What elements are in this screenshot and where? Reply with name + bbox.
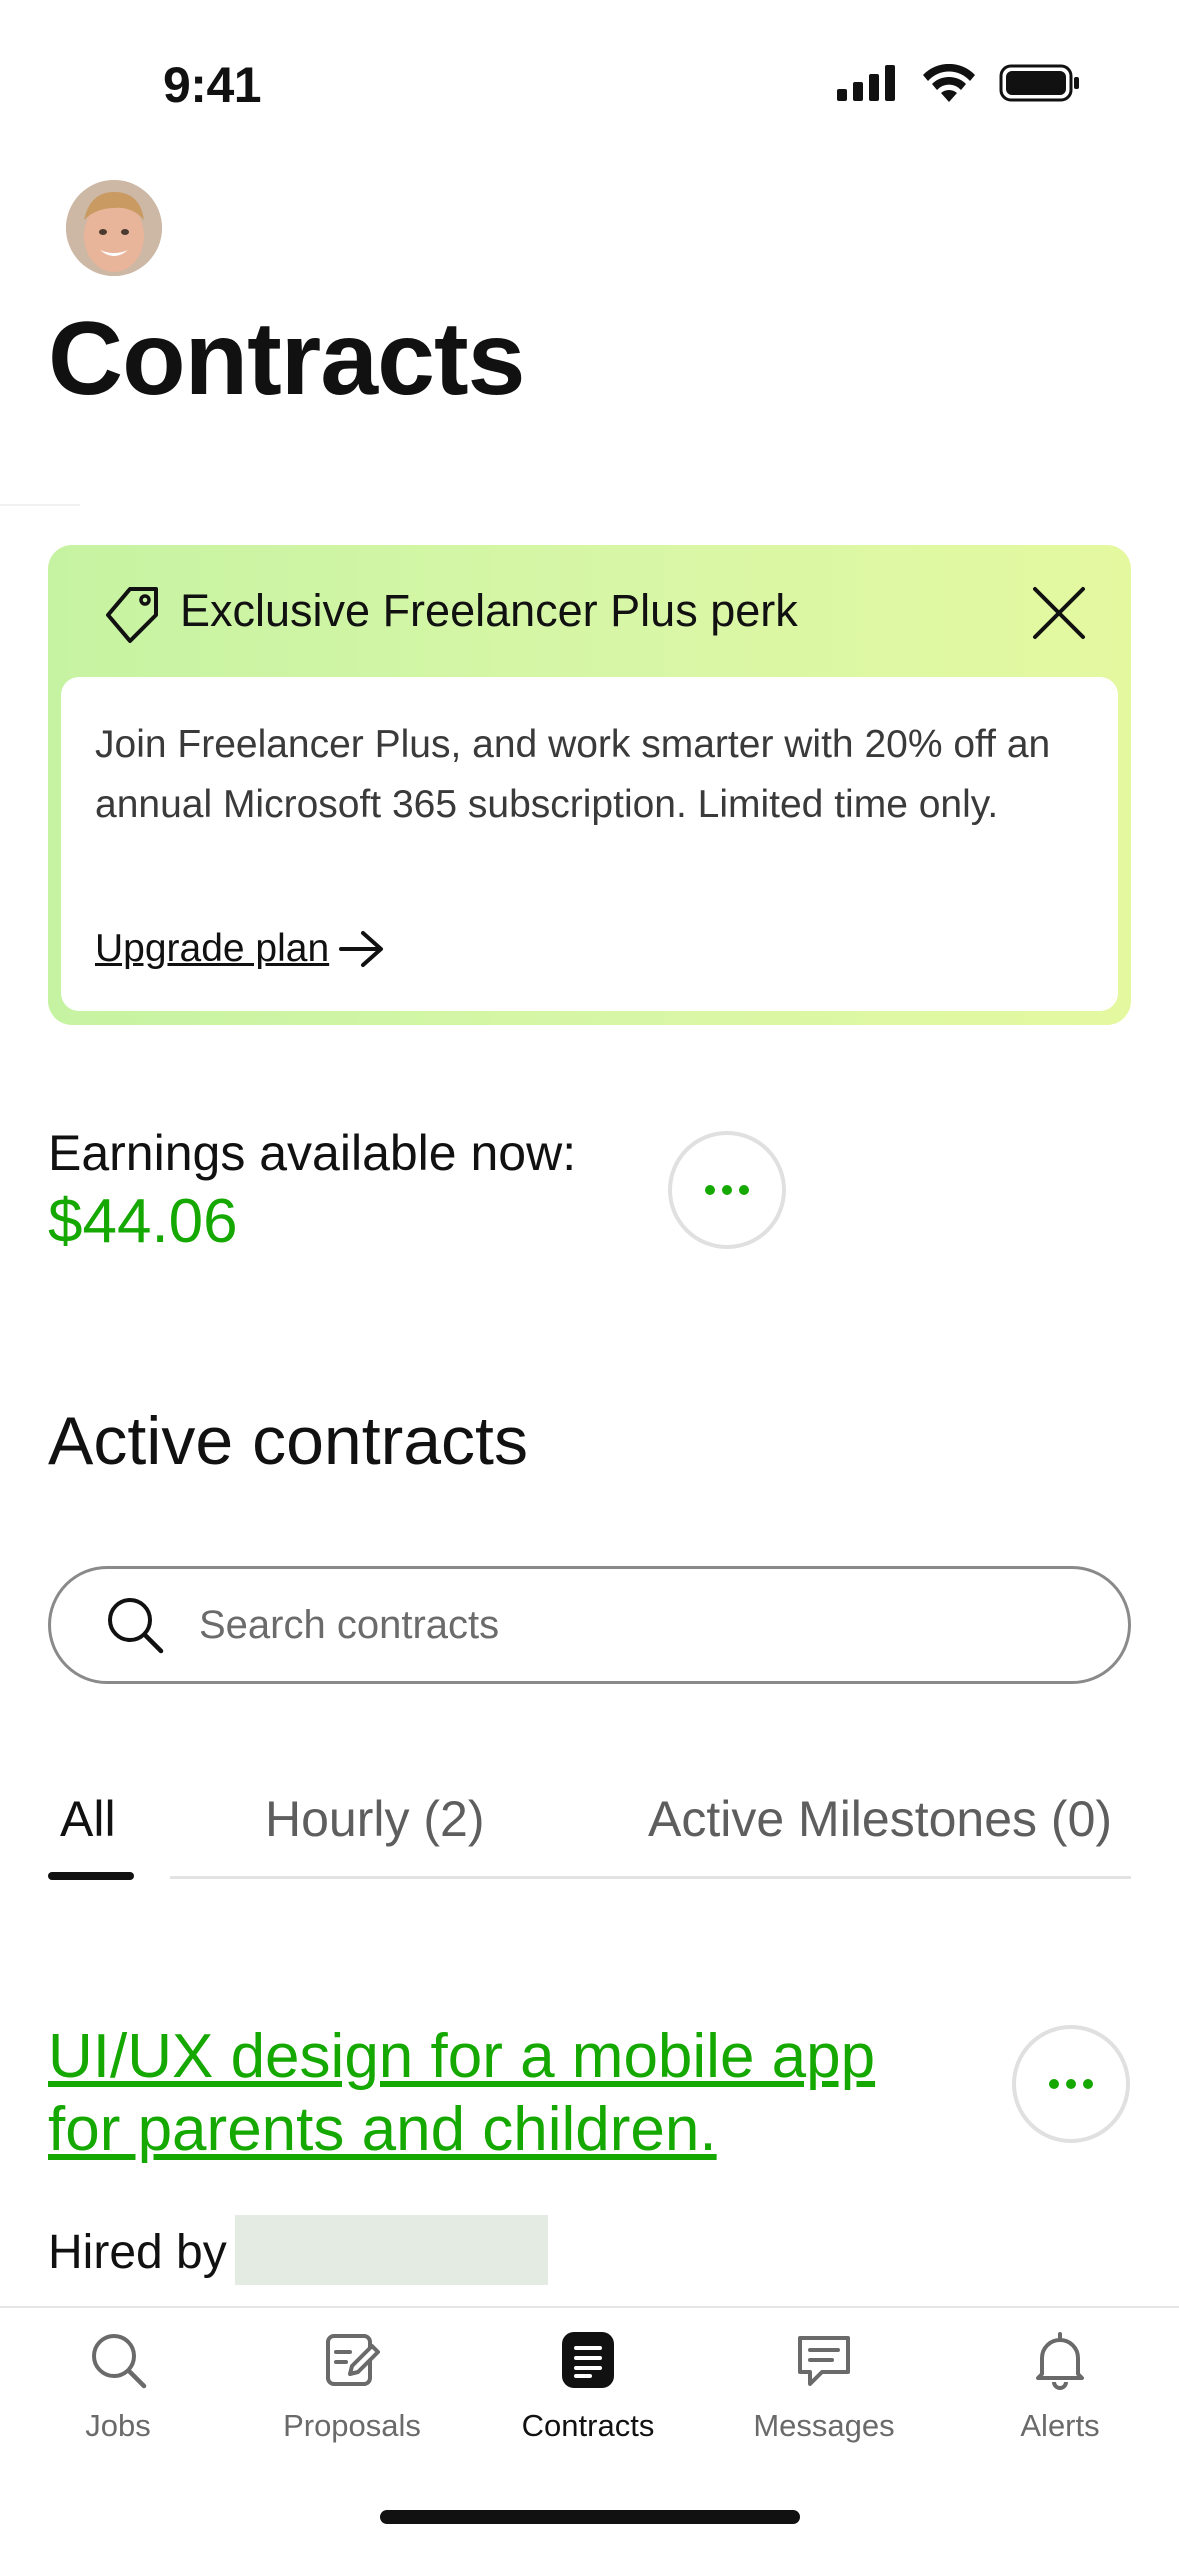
contract-tabs: All Hourly (2) Active Milestones (0)	[48, 1790, 1131, 1890]
hired-by-label: Hired by	[48, 2226, 227, 2279]
promo-card: Exclusive Freelancer Plus perk Join Free…	[48, 545, 1131, 1025]
wifi-icon	[923, 64, 975, 102]
tab-all[interactable]: All	[60, 1790, 116, 1848]
client-name-redacted	[235, 2215, 548, 2285]
nav-label: Jobs	[85, 2408, 151, 2443]
contracts-screen: 9:41 Contracts Exclusive Freelancer Plus…	[0, 0, 1179, 2556]
more-icon	[1049, 2079, 1093, 2089]
avatar-photo	[66, 180, 162, 276]
nav-label: Contracts	[521, 2408, 655, 2443]
status-time: 9:41	[163, 57, 262, 113]
contract-more-button[interactable]	[1012, 2025, 1130, 2143]
contract-title-link[interactable]: UI/UX design for a mobile app for parent…	[48, 2020, 948, 2166]
search-icon	[108, 1598, 164, 1654]
cellular-signal-icon	[837, 65, 895, 101]
nav-item-alerts[interactable]: Alerts	[960, 2328, 1160, 2444]
more-icon	[705, 1185, 749, 1195]
arrow-right-icon	[339, 931, 384, 967]
earnings-label: Earnings available now:	[48, 1125, 577, 1181]
upgrade-plan-label: Upgrade plan	[95, 927, 330, 970]
section-title: Active contracts	[48, 1403, 528, 1479]
promo-text: Join Freelancer Plus, and work smarter w…	[95, 723, 1051, 826]
search-input[interactable]	[199, 1602, 999, 1648]
proposals-icon	[326, 2334, 380, 2386]
contracts-icon	[562, 2332, 614, 2388]
bell-icon	[1036, 2332, 1084, 2390]
tab-active-milestones[interactable]: Active Milestones (0)	[648, 1790, 1112, 1848]
promo-body: Join Freelancer Plus, and work smarter w…	[61, 677, 1118, 1011]
battery-icon	[999, 64, 1079, 102]
tag-icon	[106, 587, 158, 643]
nav-item-messages[interactable]: Messages	[724, 2328, 924, 2444]
upgrade-plan-link[interactable]: Upgrade plan	[95, 927, 385, 971]
tab-hourly[interactable]: Hourly (2)	[265, 1790, 484, 1848]
promo-title: Exclusive Freelancer Plus perk	[180, 585, 798, 636]
search-bar[interactable]	[48, 1566, 1131, 1684]
nav-label: Alerts	[1020, 2408, 1100, 2443]
earnings-more-button[interactable]	[668, 1131, 786, 1249]
page-title: Contracts	[48, 301, 525, 417]
earnings-amount: $44.06	[48, 1187, 238, 1256]
divider	[0, 504, 80, 506]
search-icon	[92, 2334, 147, 2389]
nav-item-jobs[interactable]: Jobs	[18, 2328, 218, 2444]
nav-item-proposals[interactable]: Proposals	[252, 2328, 452, 2444]
nav-label: Proposals	[283, 2408, 421, 2443]
status-icons	[837, 64, 1081, 102]
home-indicator	[380, 2510, 800, 2524]
close-icon[interactable]	[1027, 581, 1091, 645]
nav-label: Messages	[753, 2408, 895, 2443]
tab-active-indicator	[48, 1872, 134, 1880]
tab-divider	[170, 1876, 1131, 1879]
messages-icon	[798, 2336, 850, 2386]
nav-item-contracts[interactable]: Contracts	[488, 2328, 688, 2444]
avatar[interactable]	[66, 180, 162, 276]
